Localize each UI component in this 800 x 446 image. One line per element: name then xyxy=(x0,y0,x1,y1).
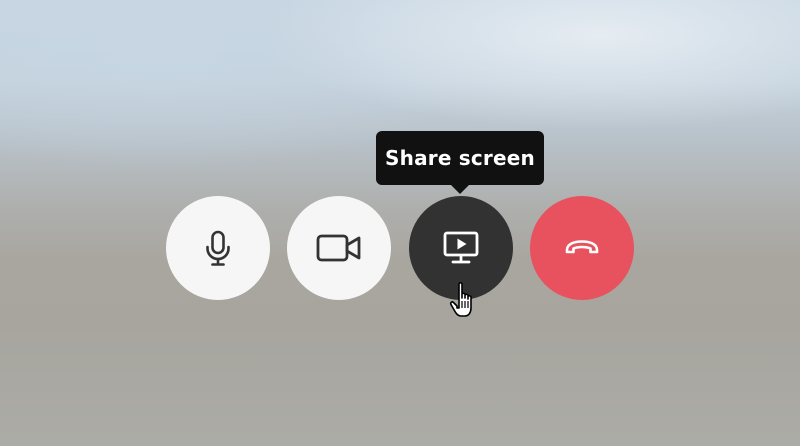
microphone-button[interactable] xyxy=(166,196,270,300)
hang-up-button[interactable] xyxy=(530,196,634,300)
microphone-icon xyxy=(206,230,230,266)
screen-share-icon xyxy=(443,231,479,264)
hand-pointer-icon xyxy=(449,282,472,317)
phone-hangup-icon xyxy=(565,240,599,254)
camera-button[interactable] xyxy=(287,196,391,300)
video-camera-icon xyxy=(316,234,361,262)
share-screen-tooltip: Share screen xyxy=(376,131,544,194)
call-controls-screen: Share screen xyxy=(0,0,800,446)
tooltip-text: Share screen xyxy=(385,146,535,170)
